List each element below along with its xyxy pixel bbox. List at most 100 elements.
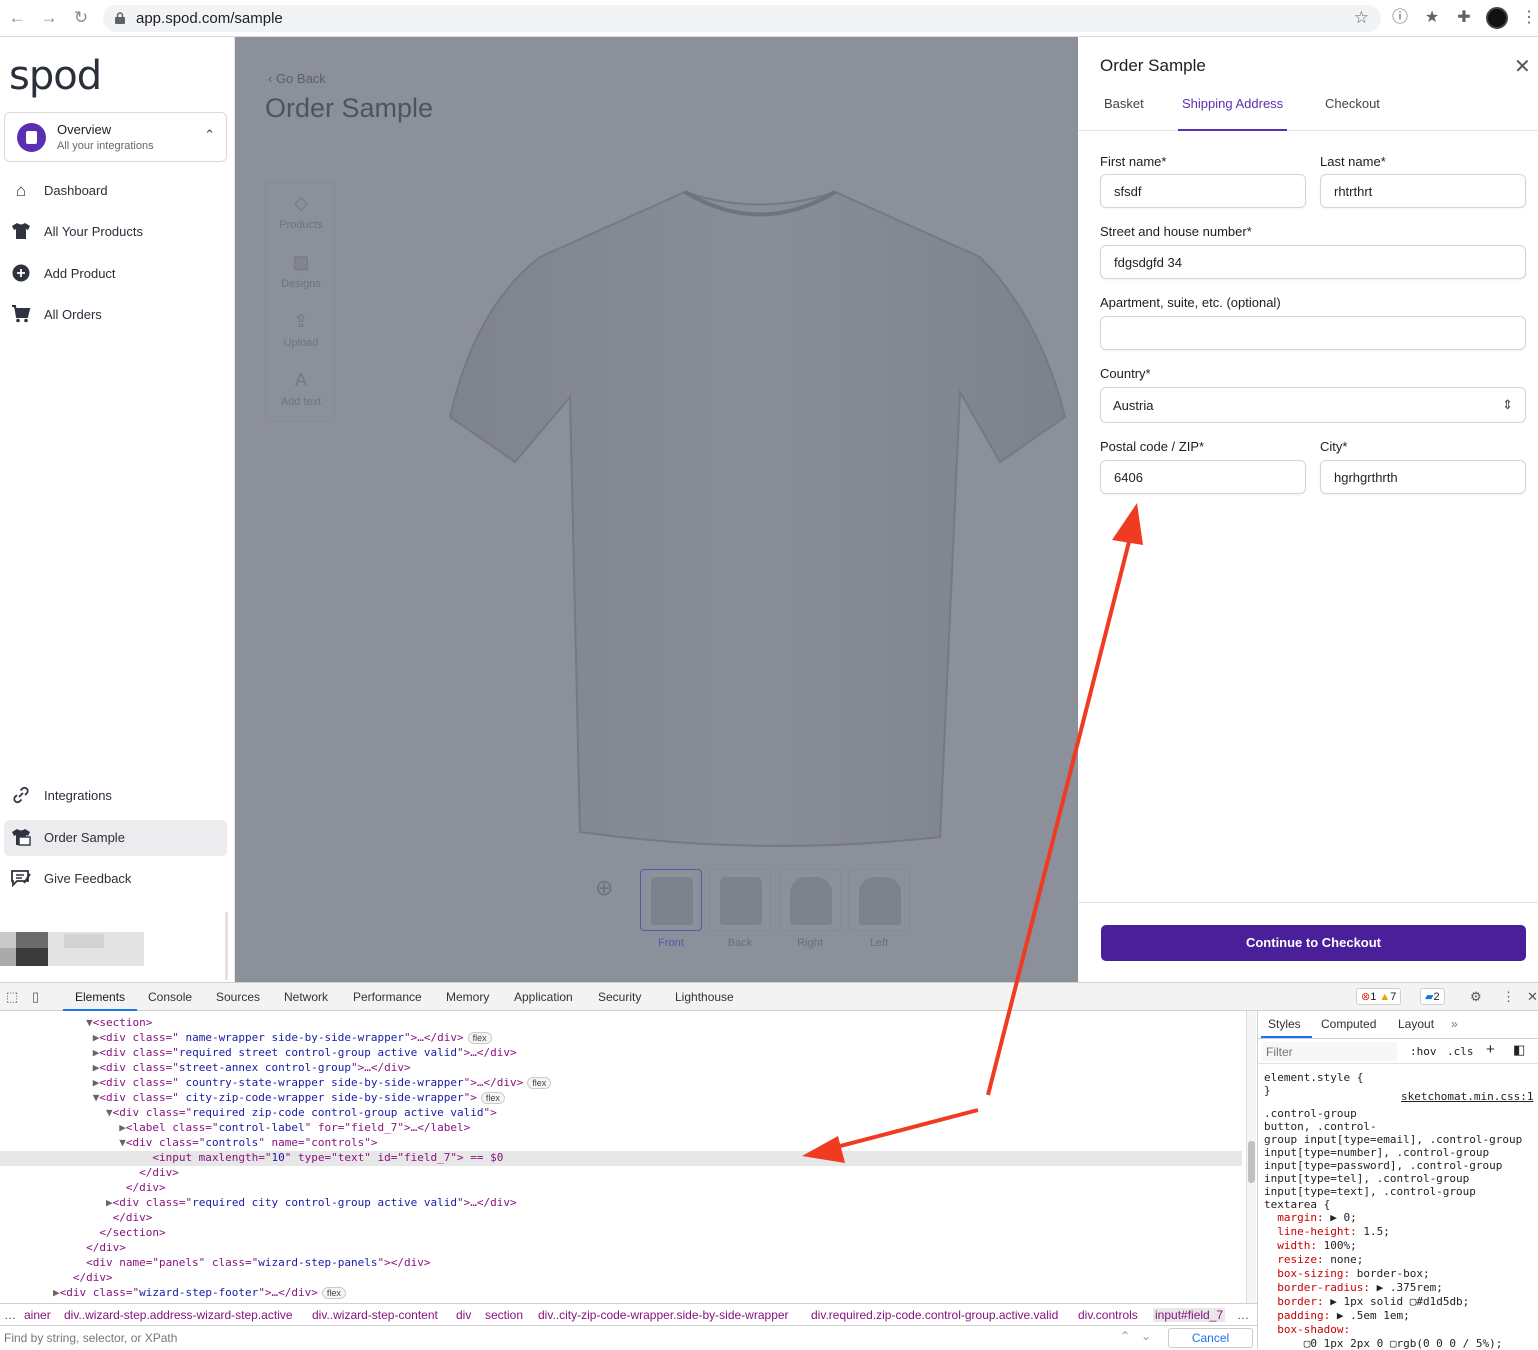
tab-lighthouse[interactable]: Lighthouse bbox=[675, 990, 734, 1004]
street-field[interactable] bbox=[1100, 245, 1526, 279]
dom-node[interactable]: <div name="panels" class="wizard-step-pa… bbox=[0, 1256, 430, 1271]
sidebar-item-add-product[interactable]: Add Product bbox=[4, 256, 227, 292]
settings-gear-icon[interactable]: ⚙ bbox=[1470, 989, 1482, 1005]
apartment-field[interactable] bbox=[1100, 316, 1526, 350]
postal-code-field[interactable] bbox=[1100, 460, 1306, 494]
cancel-button[interactable]: Cancel bbox=[1168, 1328, 1253, 1348]
tab-console[interactable]: Console bbox=[148, 990, 192, 1004]
country-select[interactable]: Austria ⇕ bbox=[1100, 387, 1526, 423]
city-field[interactable] bbox=[1320, 460, 1526, 494]
sidebar-item-integrations[interactable]: Integrations bbox=[4, 778, 227, 814]
find-input[interactable]: Find by string, selector, or XPath bbox=[4, 1331, 177, 1345]
css-property[interactable]: line-height: 1.5; bbox=[1264, 1225, 1390, 1238]
more-tabs-icon[interactable]: » bbox=[1451, 1017, 1458, 1031]
browser-menu-icon[interactable]: ⋮ bbox=[1521, 7, 1537, 27]
hov-toggle[interactable]: :hov bbox=[1410, 1045, 1437, 1058]
puzzle-icon[interactable]: ✚ bbox=[1454, 8, 1474, 28]
dom-node[interactable]: </div> bbox=[0, 1271, 113, 1286]
css-property[interactable]: ▢0 1px 2px 0 ▢rgb(0 0 0 / 5%); bbox=[1264, 1337, 1503, 1350]
bookmark-star-icon[interactable]: ☆ bbox=[1354, 8, 1369, 28]
css-property[interactable]: margin: ▶ 0; bbox=[1264, 1211, 1357, 1224]
breadcrumb-item[interactable]: div..wizard-step.address-wizard-step.act… bbox=[64, 1308, 293, 1322]
last-name-field[interactable] bbox=[1320, 174, 1526, 208]
zoom-in-icon[interactable]: ⊕ bbox=[595, 875, 625, 905]
forward-icon[interactable]: → bbox=[40, 9, 58, 27]
tab-security[interactable]: Security bbox=[598, 990, 641, 1004]
message-counter[interactable]: ▰2 bbox=[1420, 988, 1445, 1005]
go-back-link[interactable]: ‹ Go Back bbox=[268, 71, 326, 86]
dom-node[interactable]: </div> bbox=[0, 1211, 153, 1226]
continue-to-checkout-button[interactable]: Continue to Checkout bbox=[1101, 925, 1526, 961]
dom-node[interactable]: ▶<div class="street-annex control-group"… bbox=[0, 1061, 411, 1076]
tab-sources[interactable]: Sources bbox=[216, 990, 260, 1004]
tab-checkout[interactable]: Checkout bbox=[1321, 96, 1384, 131]
styles-filter-input[interactable] bbox=[1262, 1042, 1397, 1061]
tool-products[interactable]: ◇ Products bbox=[266, 193, 336, 231]
back-icon[interactable]: ← bbox=[8, 9, 26, 27]
css-property[interactable]: border-radius: ▶ .375rem; bbox=[1264, 1281, 1443, 1294]
elements-scrollbar[interactable] bbox=[1246, 1011, 1256, 1303]
dom-node[interactable]: ▶<div class=" name-wrapper side-by-side-… bbox=[0, 1031, 492, 1046]
spod-logo[interactable]: spod bbox=[9, 53, 102, 99]
elements-tree[interactable]: ▼<section> ▶<div class=" name-wrapper si… bbox=[0, 1011, 1245, 1303]
inspect-icon[interactable]: ⬚ bbox=[6, 989, 18, 1005]
add-rule-icon[interactable]: + bbox=[1486, 1041, 1495, 1058]
star-extension-icon[interactable]: ★ bbox=[1422, 8, 1442, 28]
address-bar[interactable]: app.spod.com/sample ☆ bbox=[103, 5, 1381, 32]
breadcrumb-item[interactable]: div..wizard-step-content bbox=[312, 1308, 438, 1322]
selected-dom-node[interactable]: <input maxlength="10" type="text" id="fi… bbox=[0, 1151, 1242, 1166]
dom-node[interactable]: ▼<div class="required zip-code control-g… bbox=[0, 1106, 497, 1121]
dom-node[interactable]: </section> bbox=[0, 1226, 165, 1241]
close-icon[interactable]: ✕ bbox=[1514, 54, 1531, 79]
breadcrumb-item[interactable]: section bbox=[485, 1308, 523, 1322]
view-front[interactable] bbox=[640, 869, 702, 931]
css-property[interactable]: padding: ▶ .5em 1em; bbox=[1264, 1309, 1409, 1322]
tab-network[interactable]: Network bbox=[284, 990, 328, 1004]
breadcrumb-item[interactable]: div..city-zip-code-wrapper.side-by-side-… bbox=[538, 1308, 789, 1322]
flex-badge[interactable]: flex bbox=[527, 1077, 552, 1089]
close-devtools-icon[interactable]: ✕ bbox=[1527, 989, 1538, 1005]
dom-node[interactable]: </div> bbox=[0, 1241, 126, 1256]
view-left[interactable] bbox=[848, 869, 910, 931]
error-warning-counter[interactable]: ⊗1 ▲7 bbox=[1356, 988, 1402, 1005]
dom-node[interactable]: </div> bbox=[0, 1181, 166, 1196]
css-property[interactable]: resize: none; bbox=[1264, 1253, 1363, 1266]
css-property[interactable]: box-sizing: border-box; bbox=[1264, 1267, 1429, 1280]
tool-designs[interactable]: ▨ Designs bbox=[266, 252, 336, 290]
css-property[interactable]: box-shadow: bbox=[1264, 1323, 1350, 1336]
dom-node[interactable]: ▼<div class="controls" name="controls"> bbox=[0, 1136, 377, 1151]
extension-icon[interactable]: ⓘ bbox=[1390, 8, 1410, 28]
dom-node[interactable]: ▶<div class=" country-state-wrapper side… bbox=[0, 1076, 552, 1091]
device-toggle-icon[interactable]: ▯ bbox=[32, 989, 39, 1005]
breadcrumb-item[interactable]: div.controls bbox=[1078, 1308, 1138, 1322]
breadcrumb-item[interactable]: input#field_7 bbox=[1153, 1308, 1226, 1322]
css-property[interactable]: border: ▶ 1px solid ▢#d1d5db; bbox=[1264, 1295, 1469, 1308]
reload-icon[interactable]: ↻ bbox=[72, 9, 90, 27]
sidebar-item-products[interactable]: All Your Products bbox=[4, 214, 227, 250]
flex-badge[interactable]: flex bbox=[480, 1092, 505, 1104]
sidebar-item-order-sample[interactable]: Order Sample bbox=[4, 820, 227, 856]
sidebar-item-dashboard[interactable]: ⌂ Dashboard bbox=[4, 173, 227, 209]
tab-performance[interactable]: Performance bbox=[353, 990, 422, 1004]
dom-node[interactable]: ▶<div class="required city control-group… bbox=[0, 1196, 517, 1211]
css-property[interactable]: width: 100%; bbox=[1264, 1239, 1357, 1252]
view-right[interactable] bbox=[779, 869, 841, 931]
dom-node[interactable]: ▶<label class="control-label" for="field… bbox=[0, 1121, 470, 1136]
breadcrumb-item[interactable]: div bbox=[456, 1308, 471, 1322]
dom-node[interactable]: ▼<div class=" city-zip-code-wrapper side… bbox=[0, 1091, 505, 1106]
dom-node[interactable]: ▼<section> bbox=[0, 1016, 152, 1031]
view-back[interactable] bbox=[709, 869, 771, 931]
dom-node[interactable]: </div> bbox=[0, 1166, 179, 1181]
tab-styles[interactable]: Styles bbox=[1268, 1017, 1301, 1031]
flex-badge[interactable]: flex bbox=[467, 1032, 492, 1044]
breadcrumb-item[interactable]: … bbox=[1237, 1308, 1249, 1322]
tab-memory[interactable]: Memory bbox=[446, 990, 489, 1004]
breadcrumb-item[interactable]: … bbox=[4, 1308, 16, 1322]
find-prev-icon[interactable]: ⌃ bbox=[1120, 1329, 1130, 1343]
toggle-sidebar-icon[interactable]: ◧ bbox=[1513, 1042, 1525, 1058]
cls-toggle[interactable]: .cls bbox=[1447, 1045, 1474, 1058]
tab-elements[interactable]: Elements bbox=[75, 990, 125, 1004]
profile-avatar[interactable] bbox=[1486, 7, 1508, 29]
css-source-link[interactable]: sketchomat.min.css:1 bbox=[1401, 1090, 1533, 1103]
find-next-icon[interactable]: ⌄ bbox=[1141, 1329, 1151, 1343]
